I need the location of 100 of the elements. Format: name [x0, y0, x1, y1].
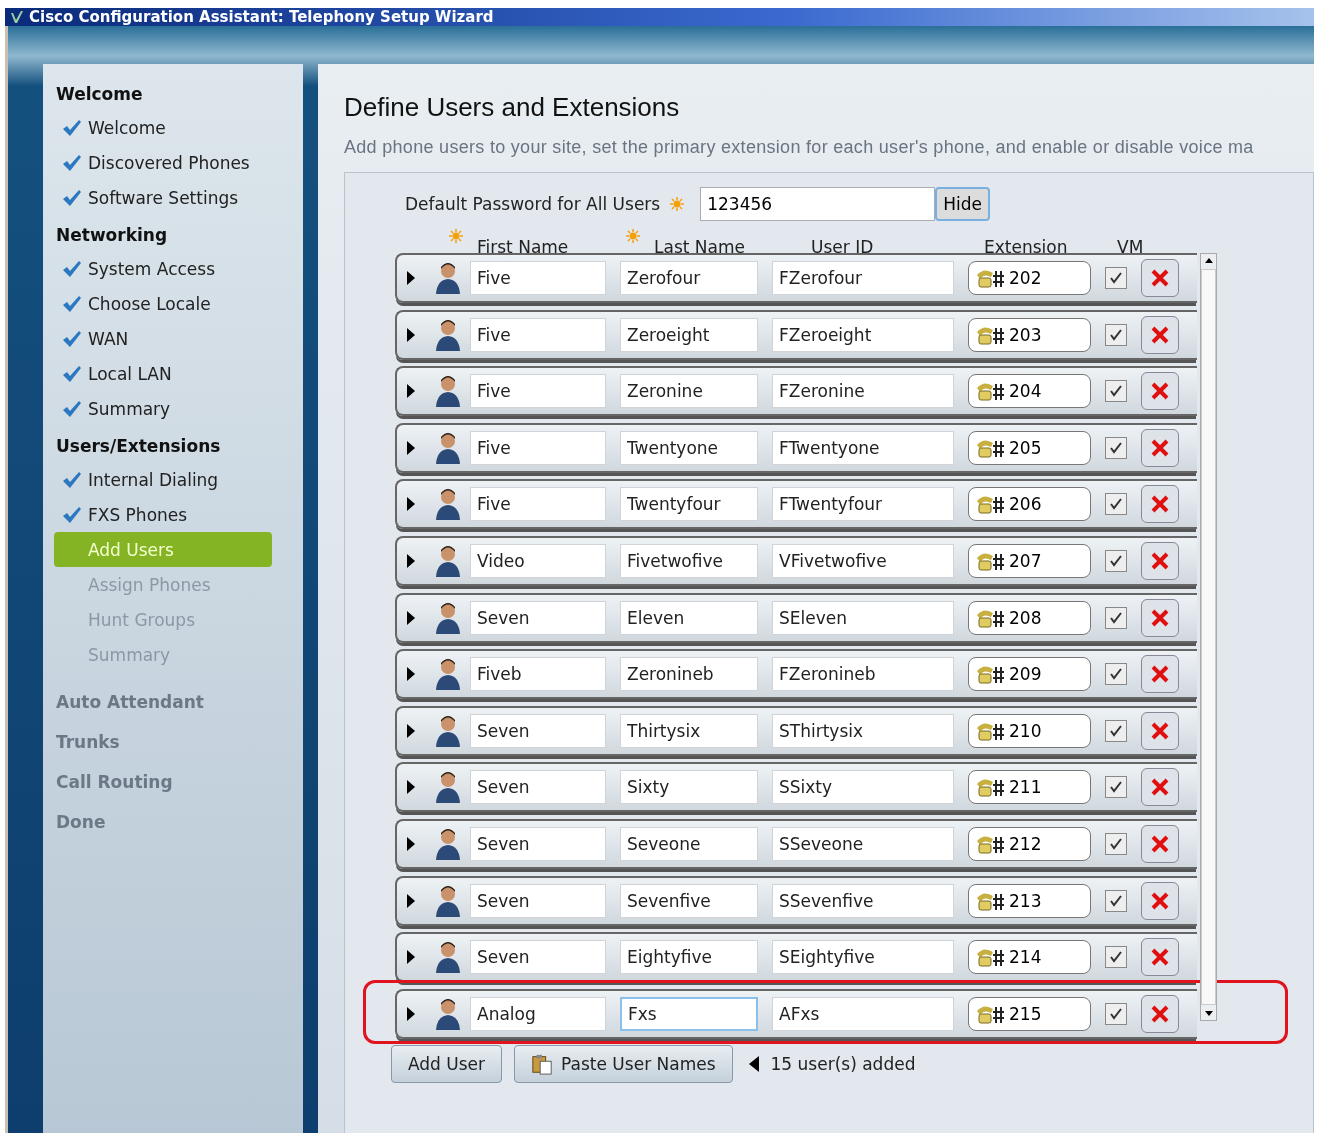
- nav-item[interactable]: Choose Locale: [54, 286, 272, 321]
- extension-field[interactable]: 204: [968, 374, 1091, 409]
- hide-button[interactable]: Hide: [935, 187, 990, 221]
- nav-item[interactable]: Internal Dialing: [54, 462, 272, 497]
- nav-item[interactable]: System Access: [54, 251, 272, 286]
- scroll-thumb[interactable]: [1201, 269, 1216, 1005]
- first-name-field[interactable]: Seven: [470, 770, 606, 805]
- delete-button[interactable]: [1141, 768, 1179, 807]
- extension-field[interactable]: 206: [968, 487, 1091, 522]
- expand-icon[interactable]: [407, 327, 415, 342]
- user-id-field[interactable]: FTwentyfour: [772, 487, 954, 522]
- vm-checkbox[interactable]: [1105, 776, 1127, 799]
- delete-button[interactable]: [1141, 315, 1179, 354]
- user-id-field[interactable]: FZeroeight: [772, 317, 954, 352]
- vm-checkbox[interactable]: [1105, 606, 1127, 629]
- expand-icon[interactable]: [407, 667, 415, 682]
- last-name-field[interactable]: Thirtysix: [620, 713, 758, 748]
- expand-icon[interactable]: [407, 893, 415, 908]
- delete-button[interactable]: [1141, 428, 1179, 467]
- extension-field[interactable]: 203: [968, 317, 1091, 352]
- vm-checkbox[interactable]: [1105, 889, 1127, 912]
- nav-item[interactable]: Software Settings: [54, 180, 272, 215]
- user-id-field[interactable]: FZerofour: [772, 261, 954, 295]
- delete-button[interactable]: [1141, 655, 1179, 694]
- first-name-field[interactable]: Seven: [470, 600, 606, 635]
- first-name-field[interactable]: Five: [470, 374, 606, 409]
- nav-item[interactable]: WAN: [54, 321, 272, 356]
- scrollbar[interactable]: [1200, 253, 1217, 1021]
- vm-checkbox[interactable]: [1105, 267, 1127, 289]
- user-id-field[interactable]: SThirtysix: [772, 713, 954, 748]
- expand-icon[interactable]: [407, 836, 415, 851]
- first-name-field[interactable]: Video: [470, 543, 606, 578]
- vm-checkbox[interactable]: [1105, 719, 1127, 742]
- nav-item[interactable]: Summary: [54, 391, 272, 426]
- vm-checkbox[interactable]: [1105, 493, 1127, 516]
- expand-icon[interactable]: [407, 384, 415, 399]
- expand-icon[interactable]: [407, 553, 415, 568]
- extension-field[interactable]: 202: [968, 261, 1091, 295]
- scroll-up-icon[interactable]: [1204, 258, 1213, 263]
- scroll-down-icon[interactable]: [1204, 1011, 1213, 1016]
- paste-names-button[interactable]: Paste User Names: [514, 1045, 733, 1083]
- user-id-field[interactable]: SEightyfive: [772, 940, 954, 975]
- user-id-field[interactable]: VFivetwofive: [772, 543, 954, 578]
- vm-checkbox[interactable]: [1105, 549, 1127, 572]
- first-name-field[interactable]: Seven: [470, 883, 606, 918]
- user-id-field[interactable]: FZeronineb: [772, 657, 954, 692]
- nav-item[interactable]: Discovered Phones: [54, 145, 272, 180]
- last-name-field[interactable]: Seveone: [620, 826, 758, 861]
- last-name-field[interactable]: Twentyfour: [620, 487, 758, 522]
- user-id-field[interactable]: SSixty: [772, 770, 954, 805]
- extension-field[interactable]: 211: [968, 770, 1091, 805]
- vm-checkbox[interactable]: [1105, 663, 1127, 686]
- first-name-field[interactable]: Five: [470, 317, 606, 352]
- first-name-field[interactable]: Five: [470, 487, 606, 522]
- delete-button[interactable]: [1141, 994, 1179, 1033]
- last-name-field[interactable]: Eightyfive: [620, 940, 758, 975]
- last-name-field[interactable]: Zeronine: [620, 374, 758, 409]
- expand-icon[interactable]: [407, 950, 415, 965]
- delete-button[interactable]: [1141, 259, 1179, 297]
- last-name-field[interactable]: Zerofour: [620, 261, 758, 295]
- last-name-field[interactable]: Eleven: [620, 600, 758, 635]
- vm-checkbox[interactable]: [1105, 832, 1127, 855]
- extension-field[interactable]: 209: [968, 657, 1091, 692]
- extension-field[interactable]: 210: [968, 713, 1091, 748]
- last-name-field[interactable]: Fivetwofive: [620, 543, 758, 578]
- first-name-field[interactable]: Five: [470, 261, 606, 295]
- add-user-button[interactable]: Add User: [391, 1045, 503, 1083]
- extension-field[interactable]: 205: [968, 430, 1091, 465]
- first-name-field[interactable]: Seven: [470, 826, 606, 861]
- last-name-field[interactable]: Zeronineb: [620, 657, 758, 692]
- extension-field[interactable]: 208: [968, 600, 1091, 635]
- delete-button[interactable]: [1141, 485, 1179, 524]
- last-name-field[interactable]: Sevenfive: [620, 883, 758, 918]
- expand-icon[interactable]: [407, 1006, 415, 1021]
- extension-field[interactable]: 207: [968, 543, 1091, 578]
- last-name-field[interactable]: Twentyone: [620, 430, 758, 465]
- user-id-field[interactable]: AFxs: [772, 996, 954, 1031]
- last-name-field[interactable]: Fxs: [620, 996, 758, 1031]
- expand-icon[interactable]: [407, 271, 415, 285]
- extension-field[interactable]: 212: [968, 826, 1091, 861]
- nav-item[interactable]: Local LAN: [54, 356, 272, 391]
- user-id-field[interactable]: SEleven: [772, 600, 954, 635]
- vm-checkbox[interactable]: [1105, 323, 1127, 346]
- first-name-field[interactable]: Analog: [470, 996, 606, 1031]
- last-name-field[interactable]: Zeroeight: [620, 317, 758, 352]
- vm-checkbox[interactable]: [1105, 380, 1127, 403]
- delete-button[interactable]: [1141, 372, 1179, 411]
- nav-item[interactable]: FXS Phones: [54, 497, 272, 532]
- extension-field[interactable]: 215: [968, 996, 1091, 1031]
- vm-checkbox[interactable]: [1105, 946, 1127, 969]
- delete-button[interactable]: [1141, 711, 1179, 750]
- user-id-field[interactable]: SSevenfive: [772, 883, 954, 918]
- delete-button[interactable]: [1141, 824, 1179, 863]
- delete-button[interactable]: [1141, 598, 1179, 637]
- user-id-field[interactable]: FZeronine: [772, 374, 954, 409]
- extension-field[interactable]: 213: [968, 883, 1091, 918]
- expand-icon[interactable]: [407, 780, 415, 795]
- first-name-field[interactable]: Seven: [470, 940, 606, 975]
- user-id-field[interactable]: SSeveone: [772, 826, 954, 861]
- password-field[interactable]: 123456: [700, 187, 936, 221]
